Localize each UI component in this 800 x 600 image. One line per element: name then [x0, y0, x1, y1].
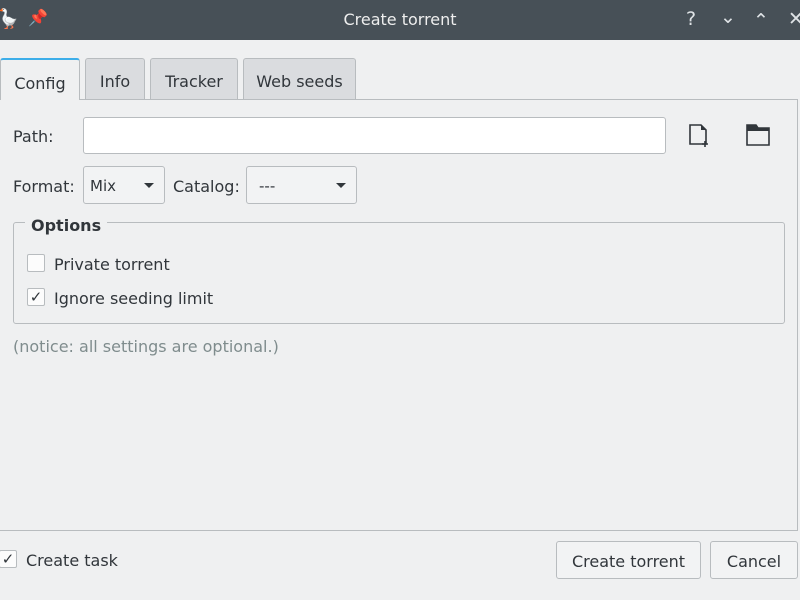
help-icon[interactable]: ? [686, 8, 696, 30]
tab-info[interactable]: Info [85, 58, 145, 99]
window-title: Create torrent [343, 10, 457, 29]
catalog-value: --- [259, 177, 276, 195]
new-file-icon[interactable] [688, 123, 710, 149]
catalog-select[interactable]: --- [246, 166, 357, 204]
path-input[interactable] [83, 117, 666, 154]
notice-text: (notice: all settings are optional.) [13, 337, 279, 356]
open-folder-icon[interactable] [746, 124, 770, 146]
format-value: Mix [90, 177, 116, 195]
format-label: Format: [13, 177, 75, 196]
catalog-label: Catalog: [173, 177, 240, 196]
chevron-down-icon [144, 183, 154, 188]
path-label: Path: [13, 127, 54, 146]
private-torrent-label[interactable]: Private torrent [54, 255, 170, 274]
tab-tracker[interactable]: Tracker [150, 58, 238, 99]
checkmark-icon: ✓ [29, 288, 43, 306]
minimize-icon[interactable]: ⌄ [720, 6, 736, 28]
ignore-seeding-label[interactable]: Ignore seeding limit [54, 289, 213, 308]
options-title: Options [25, 216, 108, 235]
tab-web-seeds[interactable]: Web seeds [243, 58, 356, 99]
format-select[interactable]: Mix [83, 166, 165, 204]
maximize-icon[interactable]: ⌃ [753, 10, 769, 32]
create-torrent-button[interactable]: Create torrent [556, 541, 701, 579]
create-task-checkbox[interactable]: ✓ [0, 550, 17, 568]
cancel-button[interactable]: Cancel [710, 541, 798, 579]
ignore-seeding-checkbox[interactable]: ✓ [27, 288, 45, 306]
create-task-label[interactable]: Create task [26, 551, 118, 570]
tab-config[interactable]: Config [0, 58, 80, 100]
close-icon[interactable]: ✕ [788, 8, 800, 30]
title-bar: 🪿 📌 Create torrent ? ⌄ ⌃ ✕ [0, 0, 800, 40]
private-torrent-checkbox[interactable] [27, 254, 45, 272]
chevron-down-icon [336, 183, 346, 188]
checkmark-icon: ✓ [1, 550, 15, 568]
